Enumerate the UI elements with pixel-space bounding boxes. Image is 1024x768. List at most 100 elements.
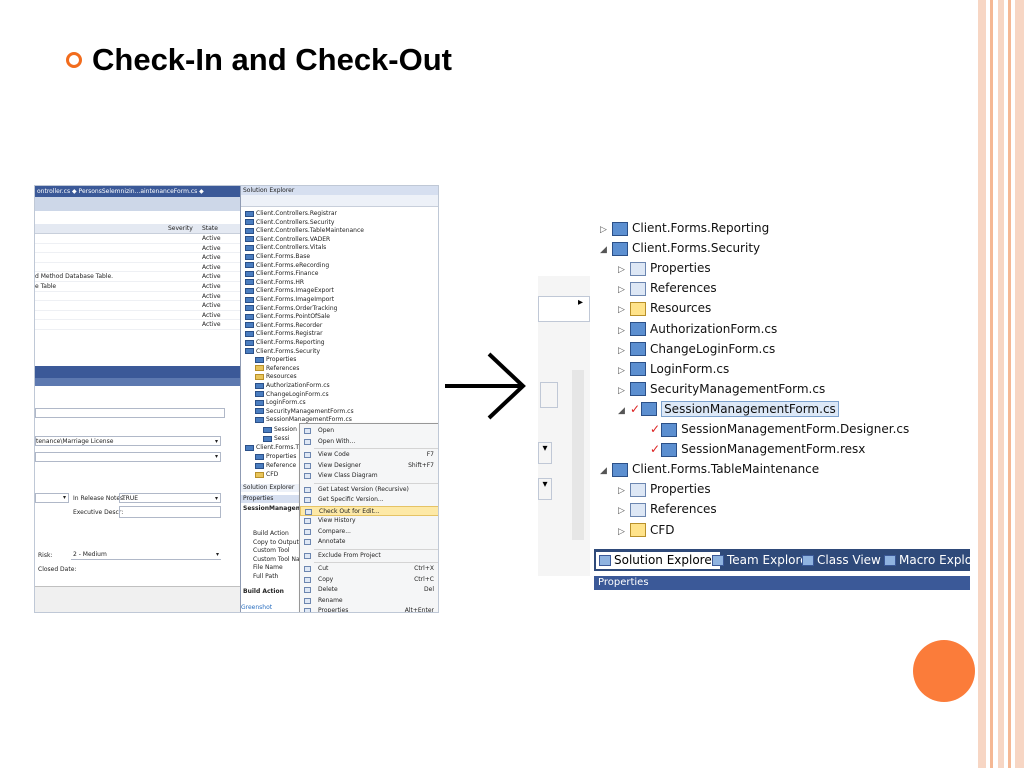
tree-node[interactable]: Client.Forms.ImageExport [245, 287, 334, 296]
tree-node[interactable]: LoginForm.cs [255, 399, 306, 408]
tree-node[interactable]: Client.Forms.HR [245, 279, 304, 288]
tree-node[interactable]: ▷ Resources [618, 298, 711, 320]
error-row[interactable]: Active [35, 301, 240, 311]
tree-node[interactable]: ◢ Client.Forms.Security [600, 238, 760, 260]
expander-icon[interactable]: ▷ [618, 522, 630, 542]
property-row[interactable]: Build Action [253, 530, 303, 539]
expander-icon[interactable]: ▷ [600, 220, 612, 240]
tree-node[interactable]: Client.Forms.Recorder [245, 322, 322, 331]
tree-node[interactable]: Client.Forms.Reporting [245, 339, 325, 348]
tree-node[interactable]: Client.Forms.OrderTracking [245, 305, 337, 314]
severity-header[interactable]: Severity [168, 225, 193, 232]
risk-select[interactable]: 2 - Medium ▾ [71, 550, 221, 560]
tree-node[interactable]: ChangeLoginForm.cs [255, 391, 329, 400]
tab-macro-explorer[interactable]: Macro Explor [884, 552, 970, 569]
error-row[interactable]: Active [35, 292, 240, 302]
tree-node[interactable]: ▷ Properties [618, 479, 711, 501]
tree-node[interactable]: Client.Forms.Security [245, 348, 320, 357]
context-menu-item[interactable]: Rename [300, 596, 438, 607]
tree-node[interactable]: ✓ SessionManagementForm.resx [638, 439, 865, 459]
tree-node[interactable]: CFD [255, 471, 278, 480]
tree-node[interactable]: Sessi [263, 435, 289, 444]
expander-icon[interactable]: ▷ [618, 260, 630, 280]
license-dropdown[interactable]: tenance\Marriage License ▾ [35, 436, 221, 446]
tab-class-view[interactable]: Class View [802, 552, 881, 569]
expander-icon[interactable]: ▷ [618, 280, 630, 300]
error-row[interactable]: e Table Active [35, 282, 240, 292]
context-menu-item[interactable]: Delete Del [300, 585, 438, 596]
tree-node[interactable]: Properties [255, 453, 296, 462]
editor-field[interactable] [540, 382, 558, 408]
context-menu-item[interactable]: Cut Ctrl+X [300, 564, 438, 575]
context-menu-item[interactable]: Copy Ctrl+C [300, 575, 438, 586]
editor-dropdown-1[interactable]: ▾ [538, 442, 552, 464]
tree-node[interactable]: ▷ SecurityManagementForm.cs [618, 379, 825, 401]
tree-node[interactable]: ▷ AuthorizationForm.cs [618, 319, 777, 341]
tree-node[interactable]: ▷ References [618, 278, 717, 300]
search-field[interactable] [35, 408, 225, 418]
tree-node[interactable]: Session [263, 426, 297, 435]
tree-node[interactable]: ✓ SessionManagementForm.Designer.cs [638, 419, 909, 439]
tree-node[interactable]: AuthorizationForm.cs [255, 382, 330, 391]
tree-node[interactable]: Properties [255, 356, 296, 365]
context-menu-item[interactable]: View Code F7 [300, 450, 438, 461]
context-menu-item[interactable]: Get Specific Version... [300, 495, 438, 506]
context-menu-item[interactable]: View Class Diagram [300, 471, 438, 482]
tree-node[interactable]: Client.Controllers.TableMaintenance [245, 227, 364, 236]
tab-team-explorer[interactable]: Team Explorer [712, 552, 813, 569]
property-row[interactable]: Copy to Output Di [253, 539, 303, 548]
error-row[interactable]: Active [35, 311, 240, 321]
in-release-notes-select[interactable]: TRUE ▾ [119, 493, 221, 503]
context-menu-item[interactable]: Check Out for Edit... [300, 505, 438, 516]
expander-icon[interactable]: ◢ [600, 461, 612, 481]
context-menu-item[interactable]: Compare... [300, 527, 438, 538]
error-row[interactable]: Active [35, 263, 240, 273]
tree-node[interactable]: Client.Forms.ImageImport [245, 296, 334, 305]
tree-node[interactable]: Client.Controllers.Security [245, 219, 334, 228]
tree-node[interactable]: ◢ Client.Forms.TableMaintenance [600, 459, 819, 481]
editor-scrollbar[interactable] [572, 370, 584, 540]
tree-node[interactable]: Resources [255, 373, 297, 382]
executive-descr-field[interactable] [119, 506, 221, 518]
error-row[interactable]: Active [35, 320, 240, 330]
context-menu-item[interactable]: Get Latest Version (Recursive) [300, 485, 438, 496]
tree-node[interactable]: ▷ CFD [618, 520, 675, 542]
tree-node[interactable]: Client.Forms.T [245, 444, 299, 453]
expander-icon[interactable]: ▷ [618, 321, 630, 341]
context-menu-item[interactable]: View Designer Shift+F7 [300, 461, 438, 472]
context-menu-item[interactable]: Exclude From Project [300, 551, 438, 562]
tree-node[interactable]: ▷ ChangeLoginForm.cs [618, 339, 775, 361]
tree-node[interactable]: ▷ LoginForm.cs [618, 359, 729, 381]
secondary-dropdown[interactable]: ▾ [35, 452, 221, 462]
property-row[interactable]: Custom Tool [253, 547, 303, 556]
property-row[interactable]: File Name [253, 564, 303, 573]
context-menu-item[interactable]: View History [300, 516, 438, 527]
tree-node[interactable]: Client.Forms.Base [245, 253, 310, 262]
expander-icon[interactable]: ◢ [618, 401, 630, 421]
expander-icon[interactable]: ▷ [618, 381, 630, 401]
expander-icon[interactable]: ▷ [618, 341, 630, 361]
tree-node[interactable]: Client.Controllers.Vitals [245, 244, 326, 253]
error-row[interactable]: Active [35, 253, 240, 263]
expander-icon[interactable]: ◢ [600, 240, 612, 260]
error-row[interactable]: d Method Database Table. Active [35, 272, 240, 282]
left-small-dropdown[interactable]: ▾ [35, 493, 69, 503]
property-row[interactable]: Full Path [253, 573, 303, 582]
tree-node[interactable]: Reference [255, 462, 296, 471]
context-menu-item[interactable]: Annotate [300, 537, 438, 548]
context-menu-item[interactable]: Open [300, 426, 438, 437]
expander-icon[interactable]: ▷ [618, 361, 630, 381]
tree-node[interactable]: Client.Forms.Finance [245, 270, 318, 279]
error-row[interactable]: Active [35, 244, 240, 254]
expander-icon[interactable]: ▷ [618, 481, 630, 501]
tree-node[interactable]: ◢ ✓ SessionManagementForm.cs [618, 399, 839, 421]
tree-node[interactable]: Client.Forms.eRecording [245, 262, 329, 271]
context-menu-item[interactable]: Open With... [300, 437, 438, 448]
tab-solution-explorer[interactable]: Solution Explorer [596, 552, 720, 569]
tree-node[interactable]: Client.Controllers.VADER [245, 236, 330, 245]
editor-dropdown-2[interactable]: ▾ [538, 478, 552, 500]
error-row[interactable]: Active [35, 234, 240, 244]
expander-icon[interactable]: ▷ [618, 501, 630, 521]
tree-node[interactable]: ▷ Properties [618, 258, 711, 280]
tree-node[interactable]: References [255, 365, 299, 374]
